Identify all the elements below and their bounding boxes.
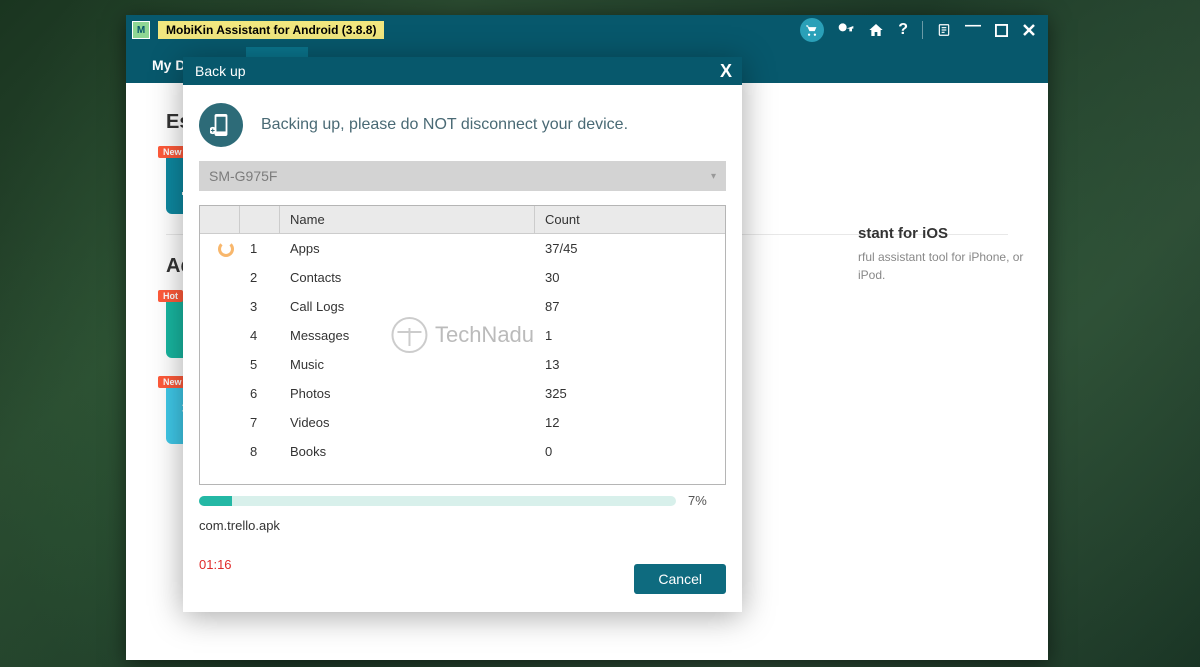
row-index: 4 bbox=[240, 328, 280, 343]
row-name: Messages bbox=[280, 328, 535, 343]
home-icon[interactable] bbox=[868, 22, 884, 38]
modal-close-icon[interactable]: X bbox=[720, 61, 732, 82]
row-count: 30 bbox=[535, 270, 725, 285]
progress-percent: 7% bbox=[688, 493, 726, 508]
table-row: 3Call Logs87 bbox=[200, 292, 725, 321]
device-icon bbox=[199, 103, 243, 147]
progress-fill bbox=[199, 496, 232, 506]
row-index: 6 bbox=[240, 386, 280, 401]
cart-icon[interactable] bbox=[800, 18, 824, 42]
table-row: 7Videos12 bbox=[200, 408, 725, 437]
backup-table: Name Count 1Apps37/452Contacts303Call Lo… bbox=[199, 205, 726, 485]
table-row: 5Music13 bbox=[200, 350, 725, 379]
row-count: 325 bbox=[535, 386, 725, 401]
card-ios-desc: rful assistant tool for iPhone, or iPod. bbox=[858, 248, 1038, 284]
row-index: 1 bbox=[240, 241, 280, 256]
app-logo-icon: M bbox=[132, 21, 150, 39]
spinner-icon bbox=[218, 241, 234, 257]
row-name: Apps bbox=[280, 241, 535, 256]
table-row: 1Apps37/45 bbox=[200, 234, 725, 263]
row-index: 8 bbox=[240, 444, 280, 459]
titlebar: M MobiKin Assistant for Android (3.8.8) … bbox=[126, 15, 1048, 45]
table-row: 8Books0 bbox=[200, 437, 725, 466]
card-ios-title: stant for iOS bbox=[858, 225, 1038, 242]
table-row: 2Contacts30 bbox=[200, 263, 725, 292]
row-count: 1 bbox=[535, 328, 725, 343]
table-header: Name Count bbox=[200, 206, 725, 234]
badge-hot: Hot bbox=[158, 290, 183, 302]
row-count: 0 bbox=[535, 444, 725, 459]
backup-modal: Back up X Backing up, please do NOT disc… bbox=[183, 57, 742, 612]
row-index: 2 bbox=[240, 270, 280, 285]
help-icon[interactable]: ? bbox=[898, 21, 908, 39]
card-ios-partial: stant for iOS rful assistant tool for iP… bbox=[858, 225, 1038, 284]
col-count-header: Count bbox=[535, 206, 725, 233]
row-count: 87 bbox=[535, 299, 725, 314]
row-name: Photos bbox=[280, 386, 535, 401]
col-name-header: Name bbox=[280, 206, 535, 233]
row-name: Music bbox=[280, 357, 535, 372]
app-title: MobiKin Assistant for Android (3.8.8) bbox=[158, 21, 384, 39]
modal-titlebar: Back up X bbox=[183, 57, 742, 85]
row-name: Books bbox=[280, 444, 535, 459]
device-select[interactable]: SM-G975F bbox=[199, 161, 726, 191]
maximize-icon[interactable] bbox=[995, 24, 1008, 37]
minimize-icon[interactable]: — bbox=[965, 17, 981, 35]
device-name: SM-G975F bbox=[209, 168, 277, 184]
key-icon[interactable] bbox=[838, 22, 854, 38]
close-icon[interactable] bbox=[1022, 23, 1036, 37]
modal-message: Backing up, please do NOT disconnect you… bbox=[261, 116, 628, 134]
row-name: Contacts bbox=[280, 270, 535, 285]
table-row: 4Messages1 bbox=[200, 321, 725, 350]
progress-bar bbox=[199, 496, 676, 506]
modal-title: Back up bbox=[195, 63, 246, 79]
row-count: 13 bbox=[535, 357, 725, 372]
row-index: 3 bbox=[240, 299, 280, 314]
row-name: Videos bbox=[280, 415, 535, 430]
row-index: 5 bbox=[240, 357, 280, 372]
log-icon[interactable] bbox=[937, 22, 951, 38]
cancel-button[interactable]: Cancel bbox=[634, 564, 726, 594]
row-index: 7 bbox=[240, 415, 280, 430]
progress: 7% bbox=[199, 493, 726, 508]
current-file: com.trello.apk bbox=[199, 518, 726, 533]
row-count: 12 bbox=[535, 415, 725, 430]
table-row: 6Photos325 bbox=[200, 379, 725, 408]
row-name: Call Logs bbox=[280, 299, 535, 314]
row-count: 37/45 bbox=[535, 241, 725, 256]
